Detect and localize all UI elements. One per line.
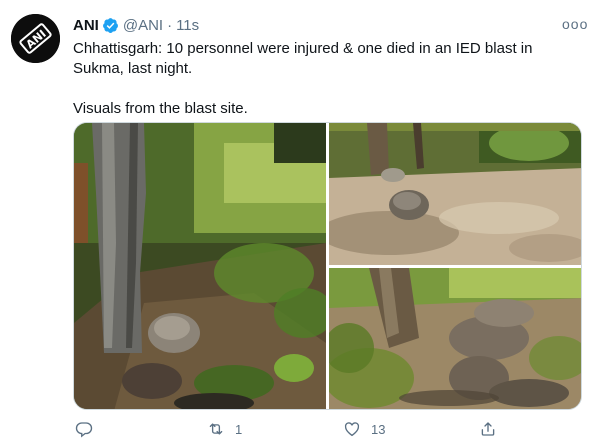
like-button[interactable]: 13 [343, 418, 385, 440]
media-grid [73, 122, 582, 410]
reply-button[interactable] [75, 418, 103, 440]
verified-badge-icon [102, 17, 118, 33]
photo-stone-ground [329, 123, 581, 265]
more-icon[interactable]: ooo [562, 14, 587, 34]
share-icon [481, 422, 495, 436]
blast-site-photo-3[interactable] [329, 268, 581, 409]
photo-tree-rocks [329, 268, 581, 409]
like-count: 13 [371, 421, 386, 437]
reply-icon [75, 422, 93, 438]
tweet-text-line: Visuals from the blast site. [73, 100, 248, 117]
author-handle[interactable]: @ANI [123, 17, 163, 34]
tweet-header: ANI @ANI · 11s [73, 15, 199, 35]
retweet-button[interactable]: 1 [207, 418, 242, 440]
tweet-text: Chhattisgarh: 10 personnel were injured … [73, 39, 583, 119]
tweet-text-line: Chhattisgarh: 10 personnel were injured … [73, 40, 533, 77]
separator-dot: · [167, 16, 173, 34]
like-icon [344, 422, 360, 437]
share-button[interactable] [479, 418, 507, 440]
retweet-count: 1 [235, 421, 243, 437]
blast-site-photo-1[interactable] [74, 123, 326, 409]
retweet-icon [209, 423, 223, 435]
tweet-card[interactable]: ANI ANI @ANI · 11s ooo Chhattisgarh: 10 … [0, 0, 592, 441]
ani-logo-icon: ANI [11, 14, 60, 63]
tweet-actions: 1 13 [73, 418, 583, 440]
photo-forest-tree [74, 123, 326, 409]
author-name[interactable]: ANI [73, 17, 99, 34]
timestamp[interactable]: 11s [176, 17, 199, 34]
avatar[interactable]: ANI [11, 14, 60, 63]
blast-site-photo-2[interactable] [329, 123, 581, 265]
